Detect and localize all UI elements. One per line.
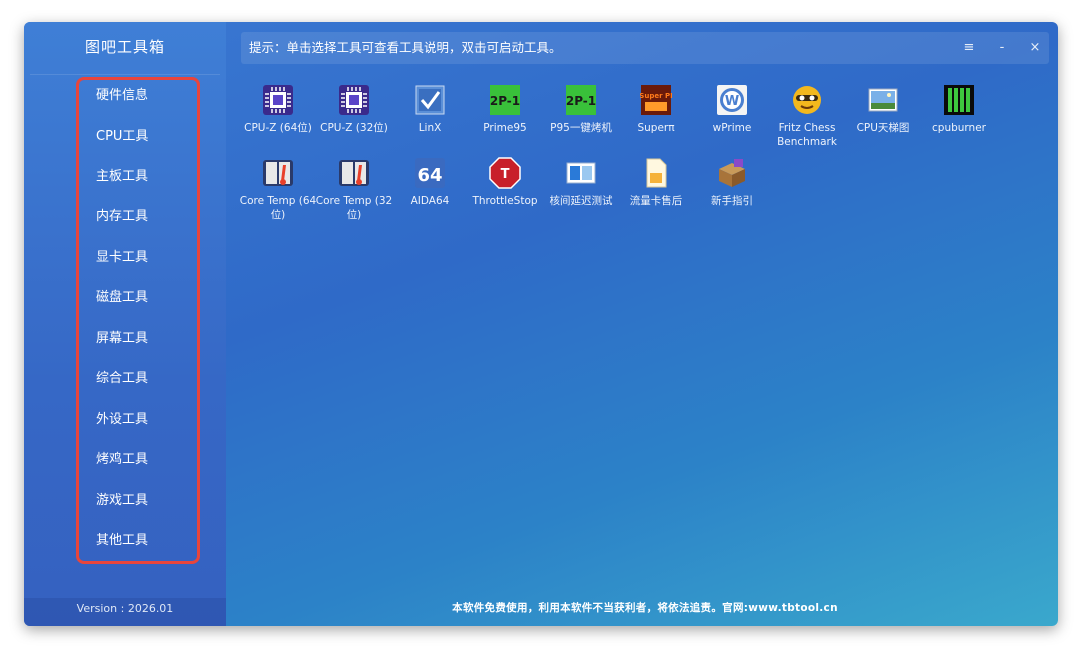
throttlestop-icon: T — [489, 157, 521, 189]
tool-cpu-z-64[interactable]: CPU-Z (64位) — [240, 84, 316, 154]
hint-bar: 提示：单击选择工具可查看工具说明，双击可启动工具。 ≡ - × — [241, 32, 1049, 64]
cpu-ladder-icon — [868, 88, 898, 112]
core-latency-icon — [566, 162, 596, 184]
menu-button[interactable]: ≡ — [954, 32, 984, 64]
divider — [30, 74, 220, 75]
tool-label: LinX — [418, 122, 442, 134]
sim-card-icon — [646, 158, 667, 188]
sidebar-item-disk-tools[interactable]: 磁盘工具 — [96, 287, 206, 309]
tool-label: ThrottleStop — [472, 195, 538, 207]
sidebar-item-memory-tools[interactable]: 内存工具 — [96, 206, 206, 228]
sidebar: 图吧工具箱 硬件信息 CPU工具 主板工具 内存工具 显卡工具 磁盘工具 屏幕工… — [24, 22, 226, 626]
tool-label: 新手指引 — [711, 195, 753, 207]
tool-label: Fritz Chess Benchmark — [777, 122, 837, 148]
prime95-icon: 2P-1 — [566, 85, 596, 115]
tool-wprime[interactable]: W wPrime — [694, 84, 770, 154]
superpi-icon-text: Super PI — [640, 92, 672, 100]
tool-label: Prime95 — [483, 122, 527, 134]
tool-label: wPrime — [712, 122, 752, 134]
aida64-icon-text: 64 — [417, 165, 442, 186]
tool-core-temp-64[interactable]: Core Temp (64位) — [240, 157, 316, 227]
superpi-icon: Super PI — [640, 85, 672, 115]
tool-core-temp-32[interactable]: Core Temp (32位) — [316, 157, 392, 227]
linx-icon — [415, 85, 445, 115]
tool-sim-card-aftersales[interactable]: 流量卡售后 — [618, 157, 694, 227]
sidebar-item-peripheral-tools[interactable]: 外设工具 — [96, 409, 206, 431]
tool-label: 核间延迟测试 — [549, 195, 613, 207]
tool-prime95[interactable]: 2P-1 Prime95 — [467, 84, 543, 154]
tool-p95-one-click[interactable]: 2P-1 P95一键烤机 — [543, 84, 619, 154]
tool-label: Superπ — [637, 122, 675, 134]
sidebar-item-comprehensive-tools[interactable]: 综合工具 — [96, 368, 206, 390]
tool-label: Core Temp (64位) — [239, 195, 317, 221]
cpuburner-icon — [944, 85, 974, 115]
close-button[interactable]: × — [1020, 32, 1050, 64]
tool-core-latency[interactable]: 核间延迟测试 — [543, 157, 619, 227]
sidebar-item-gpu-tools[interactable]: 显卡工具 — [96, 247, 206, 269]
tool-aida64[interactable]: 64 AIDA64 — [392, 157, 468, 227]
tool-label: 流量卡售后 — [629, 195, 683, 207]
prime95-icon: 2P-1 — [490, 85, 520, 115]
throttlestop-icon-text: T — [501, 167, 510, 182]
wprime-icon: W — [717, 85, 747, 115]
tool-beginner-guide[interactable]: 新手指引 — [694, 157, 770, 227]
app-title: 图吧工具箱 — [84, 38, 165, 56]
sidebar-item-hardware-info[interactable]: 硬件信息 — [96, 85, 206, 107]
sidebar-item-game-tools[interactable]: 游戏工具 — [96, 490, 206, 512]
version-label: Version : 2026.01 — [76, 602, 174, 615]
sidebar-item-other-tools[interactable]: 其他工具 — [96, 530, 206, 552]
tool-label: CPU天梯图 — [856, 122, 910, 134]
cpu-z-icon — [263, 85, 293, 115]
tool-cpu-z-32[interactable]: CPU-Z (32位) — [316, 84, 392, 154]
tool-cpu-ladder[interactable]: CPU天梯图 — [845, 84, 921, 154]
minimize-button[interactable]: - — [987, 32, 1017, 64]
aida64-icon: 64 — [415, 158, 445, 188]
core-temp-icon — [263, 160, 293, 186]
tool-label: CPU-Z (64位) — [244, 122, 312, 134]
sidebar-item-motherboard-tools[interactable]: 主板工具 — [96, 166, 206, 188]
sidebar-item-cpu-tools[interactable]: CPU工具 — [96, 126, 206, 148]
tool-throttlestop[interactable]: T ThrottleStop — [467, 157, 543, 227]
tool-fritz-chess[interactable]: Fritz Chess Benchmark — [769, 84, 845, 154]
tool-cpuburner[interactable]: cpuburner — [921, 84, 997, 154]
tool-superpi[interactable]: Super PI Superπ — [618, 84, 694, 154]
sidebar-item-screen-tools[interactable]: 屏幕工具 — [96, 328, 206, 350]
tool-label: AIDA64 — [410, 195, 450, 207]
hint-text: 提示：单击选择工具可查看工具说明，双击可启动工具。 — [249, 40, 562, 55]
guide-icon — [719, 159, 745, 187]
footer-notice: 本软件免费使用，利用本软件不当获利者，将依法追责。官网:www.tbtool.c… — [452, 602, 838, 614]
core-temp-icon — [339, 160, 369, 186]
svg-text:W: W — [725, 94, 739, 109]
app-window: 图吧工具箱 硬件信息 CPU工具 主板工具 内存工具 显卡工具 磁盘工具 屏幕工… — [24, 22, 1058, 626]
prime95-icon-text: 2P-1 — [566, 94, 596, 108]
tool-label: P95一键烤机 — [550, 122, 612, 134]
tool-label: Core Temp (32位) — [315, 195, 393, 221]
cpu-z-icon — [339, 85, 369, 115]
tool-linx[interactable]: LinX — [392, 84, 468, 154]
tool-label: CPU-Z (32位) — [320, 122, 388, 134]
sidebar-item-stress-tools[interactable]: 烤鸡工具 — [96, 449, 206, 471]
prime95-icon-text: 2P-1 — [490, 94, 520, 108]
fritz-chess-icon — [793, 86, 821, 114]
tool-label: cpuburner — [932, 122, 986, 134]
